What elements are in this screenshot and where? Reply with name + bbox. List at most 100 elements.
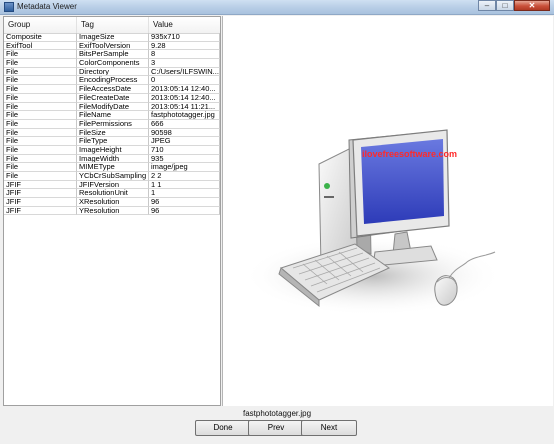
tag-cell: FileCreateDate bbox=[77, 93, 149, 103]
value-cell: 2013:05:14 11:21... bbox=[149, 102, 220, 112]
value-cell: image/jpeg bbox=[149, 163, 220, 172]
group-cell: File bbox=[4, 163, 77, 172]
maximize-button[interactable]: □ bbox=[496, 0, 514, 11]
table-row[interactable]: File Directory C:/Users/ILFSWIN... bbox=[4, 67, 220, 77]
table-row[interactable]: JFIF JFIFVersion 1 1 bbox=[4, 180, 220, 190]
value-cell: 8 bbox=[149, 50, 220, 60]
table-row[interactable]: JFIF XResolution 96 bbox=[4, 198, 220, 207]
tag-cell: ColorComponents bbox=[77, 59, 149, 68]
group-cell: JFIF bbox=[4, 198, 77, 207]
done-button[interactable]: Done bbox=[195, 420, 251, 436]
table-row[interactable]: JFIF YResolution 96 bbox=[4, 206, 220, 216]
column-header-group[interactable]: Group bbox=[4, 17, 77, 33]
value-cell: C:/Users/ILFSWIN... bbox=[149, 67, 220, 77]
group-cell: File bbox=[4, 76, 77, 86]
group-cell: File bbox=[4, 137, 77, 146]
close-button[interactable]: ✕ bbox=[514, 0, 550, 11]
table-row[interactable]: File FileAccessDate 2013:05:14 12:40... bbox=[4, 85, 220, 94]
tag-cell: YResolution bbox=[77, 206, 149, 216]
value-cell: 1 1 bbox=[149, 180, 220, 190]
table-row[interactable]: File FileModifyDate 2013:05:14 11:21... bbox=[4, 102, 220, 112]
value-cell: 666 bbox=[149, 119, 220, 129]
tag-cell: ImageSize bbox=[77, 33, 149, 42]
group-cell: File bbox=[4, 111, 77, 120]
column-header-tag[interactable]: Tag bbox=[77, 17, 149, 33]
table-row[interactable]: File ColorComponents 3 bbox=[4, 59, 220, 68]
group-cell: File bbox=[4, 172, 77, 181]
group-cell: File bbox=[4, 50, 77, 60]
tag-cell: FileSize bbox=[77, 128, 149, 138]
group-cell: Composite bbox=[4, 33, 77, 42]
screen-text: ilovefreesoftware.com bbox=[362, 149, 457, 159]
tag-cell: ImageHeight bbox=[77, 145, 149, 155]
group-cell: JFIF bbox=[4, 180, 77, 190]
group-cell: File bbox=[4, 145, 77, 155]
value-cell: 3 bbox=[149, 59, 220, 68]
group-cell: JFIF bbox=[4, 189, 77, 199]
table-row[interactable]: Composite ImageSize 935x710 bbox=[4, 33, 220, 42]
group-cell: File bbox=[4, 119, 77, 129]
value-cell: 96 bbox=[149, 198, 220, 207]
table-row[interactable]: JFIF ResolutionUnit 1 bbox=[4, 189, 220, 199]
value-cell: 1 bbox=[149, 189, 220, 199]
table-row[interactable]: File ImageHeight 710 bbox=[4, 145, 220, 155]
tag-cell: FileName bbox=[77, 111, 149, 120]
tag-cell: FileModifyDate bbox=[77, 102, 149, 112]
tag-cell: YCbCrSubSampling bbox=[77, 172, 149, 181]
group-cell: File bbox=[4, 85, 77, 94]
table-row[interactable]: File FileCreateDate 2013:05:14 12:40... bbox=[4, 93, 220, 103]
table-row[interactable]: File ImageWidth 935 bbox=[4, 154, 220, 164]
value-cell: fastphototagger.jpg bbox=[149, 111, 220, 120]
app-icon bbox=[4, 2, 14, 12]
table-row[interactable]: ExifTool ExifToolVersion 9.28 bbox=[4, 41, 220, 51]
value-cell: 935 bbox=[149, 154, 220, 164]
value-cell: 935x710 bbox=[149, 33, 220, 42]
tag-cell: ImageWidth bbox=[77, 154, 149, 164]
value-cell: 96 bbox=[149, 206, 220, 216]
table-row[interactable]: File EncodingProcess 0 bbox=[4, 76, 220, 86]
current-file-name: fastphototagger.jpg bbox=[242, 409, 312, 418]
drive-slot bbox=[324, 196, 334, 198]
tag-cell: ResolutionUnit bbox=[77, 189, 149, 199]
tag-cell: Directory bbox=[77, 67, 149, 77]
table-row[interactable]: File FileSize 90598 bbox=[4, 128, 220, 138]
tag-cell: FilePermissions bbox=[77, 119, 149, 129]
minimize-button[interactable]: – bbox=[478, 0, 496, 11]
group-cell: File bbox=[4, 102, 77, 112]
tag-cell: FileAccessDate bbox=[77, 85, 149, 94]
image-preview: ilovefreesoftware.com bbox=[222, 16, 553, 406]
computer-illustration: ilovefreesoftware.com bbox=[243, 129, 503, 316]
tag-cell: XResolution bbox=[77, 198, 149, 207]
table-row[interactable]: File FilePermissions 666 bbox=[4, 119, 220, 129]
table-header: Group Tag Value bbox=[4, 17, 220, 34]
power-led bbox=[324, 183, 330, 189]
value-cell: 9.28 bbox=[149, 41, 220, 51]
table-body: Composite ImageSize 935x710 ExifTool ExifToo… bbox=[4, 33, 220, 216]
value-cell: 710 bbox=[149, 145, 220, 155]
value-cell: JPEG bbox=[149, 137, 220, 146]
window-controls: – □ ✕ bbox=[478, 0, 550, 11]
group-cell: JFIF bbox=[4, 206, 77, 216]
group-cell: File bbox=[4, 93, 77, 103]
window-title: Metadata Viewer bbox=[17, 2, 77, 11]
value-cell: 2013:05:14 12:40... bbox=[149, 85, 220, 94]
table-row[interactable]: File FileName fastphototagger.jpg bbox=[4, 111, 220, 120]
tag-cell: MIMEType bbox=[77, 163, 149, 172]
tag-cell: BitsPerSample bbox=[77, 50, 149, 60]
metadata-table[interactable]: Group Tag Value Composite ImageSize 935x71… bbox=[3, 16, 221, 406]
group-cell: File bbox=[4, 67, 77, 77]
next-button[interactable]: Next bbox=[301, 420, 357, 436]
column-header-value[interactable]: Value bbox=[149, 17, 220, 33]
table-row[interactable]: File BitsPerSample 8 bbox=[4, 50, 220, 60]
title-bar: Metadata Viewer – □ ✕ bbox=[0, 0, 554, 15]
group-cell: File bbox=[4, 128, 77, 138]
tag-cell: ExifToolVersion bbox=[77, 41, 149, 51]
group-cell: File bbox=[4, 154, 77, 164]
prev-button[interactable]: Prev bbox=[248, 420, 304, 436]
table-row[interactable]: File YCbCrSubSampling 2 2 bbox=[4, 172, 220, 181]
table-row[interactable]: File MIMEType image/jpeg bbox=[4, 163, 220, 172]
table-row[interactable]: File FileType JPEG bbox=[4, 137, 220, 146]
group-cell: ExifTool bbox=[4, 41, 77, 51]
tag-cell: FileType bbox=[77, 137, 149, 146]
value-cell: 0 bbox=[149, 76, 220, 86]
